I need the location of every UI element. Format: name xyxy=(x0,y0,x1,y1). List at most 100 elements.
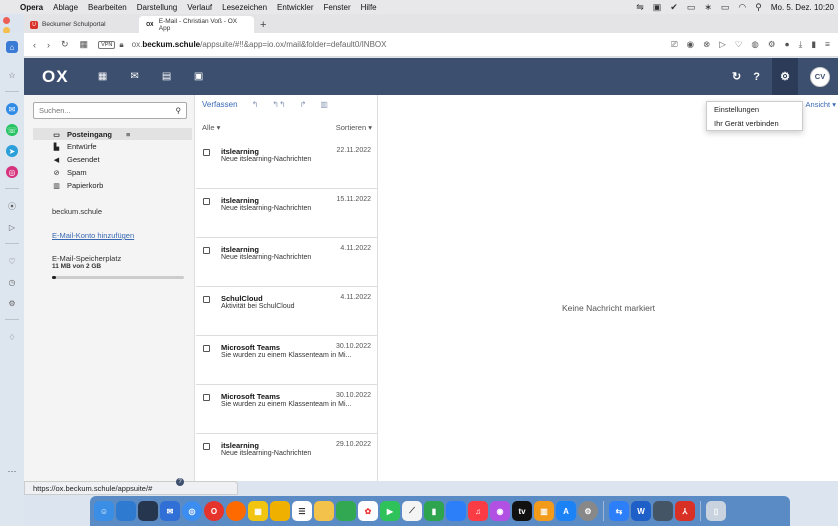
folder-drafts[interactable]: ▙ Entwürfe xyxy=(52,142,97,151)
safari-icon[interactable]: ◎ xyxy=(182,501,202,521)
star-icon[interactable]: ☆ xyxy=(6,69,18,81)
block-icon[interactable]: ⊗ xyxy=(703,39,710,50)
numbers-icon[interactable]: ▮ xyxy=(424,501,444,521)
heart-icon[interactable]: ♡ xyxy=(735,39,743,50)
refresh-icon[interactable]: ↻ xyxy=(732,70,741,83)
menu-lesezeichen[interactable]: Lesezeichen xyxy=(222,3,267,12)
bluetooth-icon[interactable]: ∗ xyxy=(704,2,712,13)
app-icon[interactable] xyxy=(270,501,290,521)
menu-icon[interactable]: ≡ xyxy=(825,39,830,50)
telegram-icon[interactable]: ➤ xyxy=(6,145,18,157)
photos-icon[interactable]: ✿ xyxy=(358,501,378,521)
mail-row[interactable]: Microsoft Teams 30.10.2022 Sie wurden zu e… xyxy=(196,384,377,434)
calendar-icon[interactable]: ▤ xyxy=(159,71,175,82)
search-input[interactable]: Suchen... ⚲ xyxy=(33,102,187,119)
filter-dropdown[interactable]: Alle ▾ xyxy=(202,123,220,132)
app-icon[interactable] xyxy=(138,501,158,521)
status-icon-1[interactable]: ⇋ xyxy=(636,2,644,13)
check-icon[interactable]: ✔ xyxy=(670,2,678,13)
ox-logo[interactable]: OX xyxy=(42,67,69,87)
back-icon[interactable]: ‹ xyxy=(33,40,36,50)
settings-gear-icon[interactable]: ⚙ xyxy=(772,58,798,95)
menu-darstellung[interactable]: Darstellung xyxy=(137,3,177,12)
menu-app-name[interactable]: Opera xyxy=(20,3,43,12)
search-icon[interactable]: ⚲ xyxy=(755,2,762,13)
notes-icon[interactable] xyxy=(314,501,334,521)
music-icon[interactable]: ♫ xyxy=(468,501,488,521)
word-icon[interactable]: W xyxy=(631,501,651,521)
keynote-icon[interactable] xyxy=(446,501,466,521)
app-icon[interactable]: ⇆ xyxy=(609,501,629,521)
folder-menu-icon[interactable]: ≡ xyxy=(126,130,130,139)
search-icon[interactable]: ⚲ xyxy=(176,106,182,115)
message-icon[interactable]: ▭ xyxy=(687,2,696,13)
acrobat-icon[interactable]: ⅄ xyxy=(675,501,695,521)
mail-checkbox[interactable] xyxy=(203,443,210,450)
whatsapp-icon[interactable]: ☏ xyxy=(6,124,18,136)
mail-checkbox[interactable] xyxy=(203,198,210,205)
folder-spam[interactable]: ⊘ Spam xyxy=(52,168,87,177)
add-account-link[interactable]: E-Mail-Konto hinzufügen xyxy=(52,231,134,240)
battery-icon[interactable]: ▭ xyxy=(721,2,730,13)
trash-dock-icon[interactable]: ▯ xyxy=(706,501,726,521)
mail-row[interactable]: itslearning 29.10.2022 Neue itslearning-Na… xyxy=(196,433,377,481)
heart-icon[interactable]: ♡ xyxy=(6,255,18,267)
preview-icon[interactable] xyxy=(653,501,673,521)
mail-row[interactable]: itslearning 4.11.2022 Neue itslearning-Nac… xyxy=(196,237,377,287)
wifi-icon[interactable]: ◠ xyxy=(738,2,746,13)
view-dropdown[interactable]: Ansicht ▾ xyxy=(806,100,836,109)
history-icon[interactable]: ◷ xyxy=(6,276,18,288)
player-icon[interactable]: ⦿ xyxy=(6,200,18,212)
freeform-icon[interactable]: ⟋ xyxy=(402,501,422,521)
folder-inbox[interactable]: ▭ Posteingang ≡ xyxy=(52,130,130,139)
books-icon[interactable]: ▥ xyxy=(534,501,554,521)
account-name[interactable]: beckum.schule xyxy=(52,207,102,216)
pin-icon[interactable]: ♢ xyxy=(6,331,18,343)
window-close-button[interactable] xyxy=(3,17,10,24)
opera-icon[interactable]: ◍ xyxy=(751,39,758,50)
reminders-icon[interactable]: ☰ xyxy=(292,501,312,521)
sort-dropdown[interactable]: Sortieren ▾ xyxy=(336,123,372,132)
system-settings-icon[interactable]: ⚙ xyxy=(578,501,598,521)
mail-checkbox[interactable] xyxy=(203,247,210,254)
profile-icon[interactable]: ● xyxy=(784,39,789,50)
mail-checkbox[interactable] xyxy=(203,345,210,352)
lock-icon[interactable]: 🔒︎ xyxy=(119,40,123,50)
maps-icon[interactable] xyxy=(336,501,356,521)
settings-icon[interactable]: ⚙ xyxy=(6,297,18,309)
download-icon[interactable]: ⤓ xyxy=(799,39,803,50)
folder-trash[interactable]: ▥ Papierkorb xyxy=(52,181,103,190)
facetime-icon[interactable]: ▶ xyxy=(380,501,400,521)
help-badge-icon[interactable]: ? xyxy=(176,478,184,486)
tab-email[interactable]: OX E-Mail - Christian Voß - OX App xyxy=(139,16,254,33)
battery-icon[interactable]: ▮ xyxy=(811,39,816,50)
appstore-icon[interactable]: A xyxy=(556,501,576,521)
mail-row[interactable]: Microsoft Teams 30.10.2022 Sie wurden zu e… xyxy=(196,335,377,385)
folder-sent[interactable]: ◀ Gesendet xyxy=(52,155,100,164)
podcasts-icon[interactable]: ◉ xyxy=(490,501,510,521)
app-icon[interactable]: ▦ xyxy=(248,501,268,521)
mail-checkbox[interactable] xyxy=(203,394,210,401)
grid-icon[interactable]: ▦ xyxy=(80,39,89,50)
mail-icon[interactable]: ✉ xyxy=(127,71,143,82)
instagram-icon[interactable]: ◎ xyxy=(6,166,18,178)
clock[interactable]: Mo. 5. Dez. 10:20 xyxy=(771,3,834,12)
mail-row[interactable]: SchulCloud 4.11.2022 Aktivität bei SchulCl… xyxy=(196,286,377,336)
mail-checkbox[interactable] xyxy=(203,296,210,303)
opera-dock-icon[interactable]: O xyxy=(204,501,224,521)
finder-icon[interactable]: ☺ xyxy=(94,501,114,521)
menu-hilfe[interactable]: Hilfe xyxy=(361,3,377,12)
url-field[interactable]: ox.beckum.schule/appsuite/#!!&app=io.ox/… xyxy=(132,40,387,49)
flow-icon[interactable]: ▷ xyxy=(6,221,18,233)
menu-entwickler[interactable]: Entwickler xyxy=(277,3,313,12)
whatsapp-dock-icon[interactable] xyxy=(116,501,136,521)
menu-item-connect-device[interactable]: Ihr Gerät verbinden xyxy=(714,119,779,128)
status-icon-2[interactable]: ▣ xyxy=(653,2,662,13)
messenger-icon[interactable]: ✉ xyxy=(6,103,18,115)
menu-bearbeiten[interactable]: Bearbeiten xyxy=(88,3,127,12)
mail-row[interactable]: itslearning 15.11.2022 Neue itslearning-Na… xyxy=(196,188,377,238)
tv-icon[interactable]: tv xyxy=(512,501,532,521)
help-icon[interactable]: ? xyxy=(753,71,760,83)
menu-fenster[interactable]: Fenster xyxy=(324,3,351,12)
vpn-badge[interactable]: VPN xyxy=(98,40,116,49)
